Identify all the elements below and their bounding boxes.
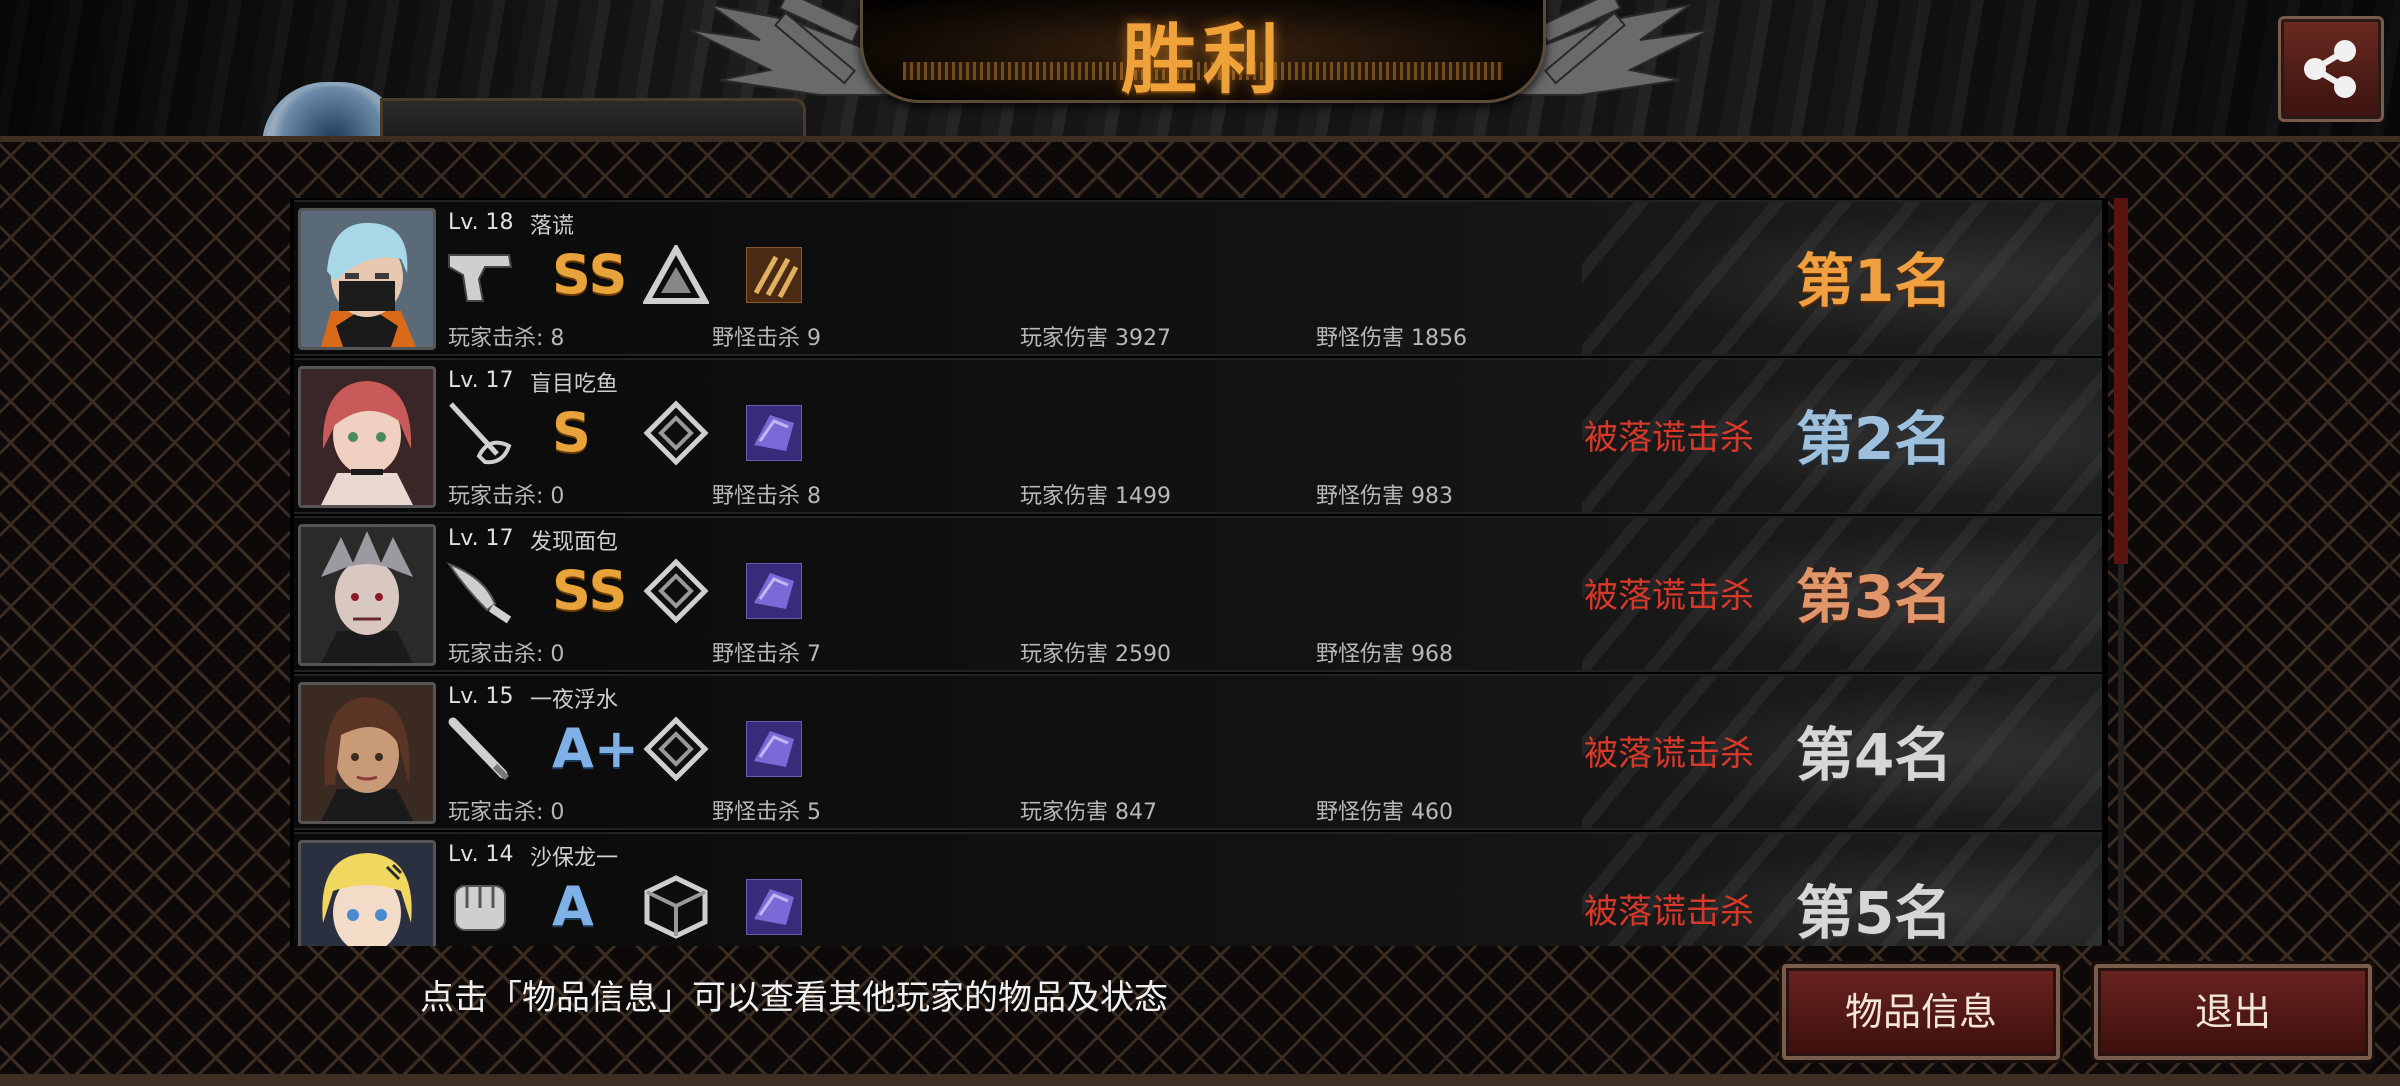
placement-rank: 第4名 xyxy=(1796,721,1953,789)
character-grade: A xyxy=(552,875,594,938)
share-icon xyxy=(2304,40,2356,98)
bullets-item-icon[interactable] xyxy=(738,240,810,310)
player-name: 发现面包 xyxy=(530,530,619,555)
avatar xyxy=(298,524,436,666)
purple-item-icon[interactable] xyxy=(738,556,810,626)
avatar xyxy=(298,208,436,350)
cube-rank-icon xyxy=(640,872,712,942)
placement-rank: 第1名 xyxy=(1796,247,1953,315)
placement-rank: 第2名 xyxy=(1796,405,1953,473)
purple-item-icon[interactable] xyxy=(738,398,810,468)
triangle-rank-icon xyxy=(640,240,712,310)
knife-icon xyxy=(444,556,516,626)
diamond-rank-icon xyxy=(640,398,712,468)
player-kills: 玩家击杀: 0 xyxy=(448,484,565,509)
killed-by-label: 被落谎击杀 xyxy=(1584,734,1754,774)
player-name: 沙保龙一 xyxy=(530,846,619,871)
player-name: 落谎 xyxy=(530,214,575,239)
player-level: Lv. 17 xyxy=(448,526,514,551)
player-level: Lv. 18 xyxy=(448,210,514,235)
player-row[interactable]: Lv. 14 沙保龙一 A 被落谎击杀 第5名 xyxy=(294,832,2102,946)
monster-damage: 野怪伤害 968 xyxy=(1316,642,1453,667)
monster-kills: 野怪击杀 7 xyxy=(712,642,821,667)
player-damage: 玩家伤害 847 xyxy=(1020,800,1157,825)
player-kills: 玩家击杀: 8 xyxy=(448,326,565,351)
player-level: Lv. 14 xyxy=(448,842,514,867)
monster-kills: 野怪击杀 9 xyxy=(712,326,821,351)
pistol-icon xyxy=(444,240,516,310)
player-level: Lv. 15 xyxy=(448,684,514,709)
results-panel: Lv. 18 落谎 SS 玩家击杀: 8 野怪击杀 9 玩家伤害 3927 野怪… xyxy=(0,136,2400,1086)
panel-bottom-edge xyxy=(0,1074,2400,1086)
monster-kills: 野怪击杀 5 xyxy=(712,800,821,825)
character-grade: A+ xyxy=(552,717,640,780)
results-scrollbar[interactable] xyxy=(2114,198,2128,946)
player-damage: 玩家伤害 2590 xyxy=(1020,642,1171,667)
victory-title: 胜利 xyxy=(1121,15,1285,104)
exit-button[interactable]: 退出 xyxy=(2094,964,2372,1060)
monster-damage: 野怪伤害 460 xyxy=(1316,800,1453,825)
avatar xyxy=(298,840,436,946)
bat-icon xyxy=(444,714,516,784)
player-row[interactable]: Lv. 15 一夜浮水 A+ 玩家击杀: 0 野怪击杀 5 玩家伤害 847 野… xyxy=(294,674,2102,830)
share-button[interactable] xyxy=(2278,16,2384,122)
victory-title-plate: 胜利 xyxy=(860,0,1546,104)
purple-item-icon[interactable] xyxy=(738,714,810,784)
scrollbar-thumb[interactable] xyxy=(2114,198,2128,564)
character-grade: S xyxy=(552,401,591,464)
player-name: 一夜浮水 xyxy=(530,688,619,713)
placement-rank: 第3名 xyxy=(1796,563,1953,631)
player-row[interactable]: Lv. 18 落谎 SS 玩家击杀: 8 野怪击杀 9 玩家伤害 3927 野怪… xyxy=(294,200,2102,356)
item-info-button[interactable]: 物品信息 xyxy=(1782,964,2060,1060)
killed-by-label: 被落谎击杀 xyxy=(1584,576,1754,616)
killed-by-label: 被落谎击杀 xyxy=(1584,892,1754,932)
avatar xyxy=(298,366,436,508)
player-row[interactable]: Lv. 17 盲目吃鱼 S 玩家击杀: 0 野怪击杀 8 玩家伤害 1499 野… xyxy=(294,358,2102,514)
placement-rank: 第5名 xyxy=(1796,879,1953,946)
results-list[interactable]: Lv. 18 落谎 SS 玩家击杀: 8 野怪击杀 9 玩家伤害 3927 野怪… xyxy=(290,198,2108,946)
player-level: Lv. 17 xyxy=(448,368,514,393)
player-damage: 玩家伤害 1499 xyxy=(1020,484,1171,509)
player-damage: 玩家伤害 3927 xyxy=(1020,326,1171,351)
hint-text: 点击「物品信息」可以查看其他玩家的物品及状态 xyxy=(420,978,1168,1018)
monster-damage: 野怪伤害 1856 xyxy=(1316,326,1467,351)
rapier-icon xyxy=(444,398,516,468)
player-kills: 玩家击杀: 0 xyxy=(448,800,565,825)
character-grade: SS xyxy=(552,243,628,306)
avatar xyxy=(298,682,436,824)
player-name: 盲目吃鱼 xyxy=(530,372,619,397)
fist-icon xyxy=(444,872,516,942)
monster-kills: 野怪击杀 8 xyxy=(712,484,821,509)
purple-item-icon[interactable] xyxy=(738,872,810,942)
killed-by-label: 被落谎击杀 xyxy=(1584,418,1754,458)
diamond-rank-icon xyxy=(640,556,712,626)
character-grade: SS xyxy=(552,559,628,622)
diamond-rank-icon xyxy=(640,714,712,784)
monster-damage: 野怪伤害 983 xyxy=(1316,484,1453,509)
player-kills: 玩家击杀: 0 xyxy=(448,642,565,667)
player-row[interactable]: Lv. 17 发现面包 SS 玩家击杀: 0 野怪击杀 7 玩家伤害 2590 … xyxy=(294,516,2102,672)
